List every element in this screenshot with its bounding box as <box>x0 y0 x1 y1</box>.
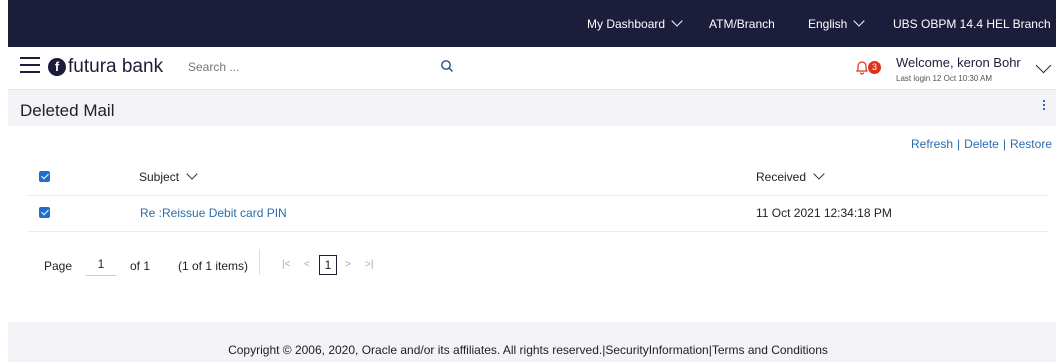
chevron-down-icon <box>813 168 825 180</box>
notification-badge: 3 <box>868 61 881 74</box>
top-bar: My Dashboard ATM/Branch English UBS OBPM… <box>0 0 1056 47</box>
select-all-checkbox[interactable] <box>39 171 50 182</box>
more-options-icon[interactable] <box>1043 100 1046 112</box>
received-column-header[interactable]: Received <box>756 168 825 184</box>
separator: | <box>1002 137 1006 151</box>
branch-menu[interactable]: UBS OBPM 14.4 HEL Branch <box>893 17 1056 31</box>
prev-page-button[interactable]: < <box>304 259 310 270</box>
restore-link[interactable]: Restore <box>1010 137 1052 151</box>
last-login-text: Last login 12 Oct 10:30 AM <box>896 74 993 83</box>
received-header-label: Received <box>756 170 807 184</box>
page-label: Page <box>44 259 73 273</box>
mail-received-date: 11 Oct 2021 12:34:18 PM <box>756 206 892 220</box>
my-dashboard-menu[interactable]: My Dashboard <box>587 15 683 31</box>
search-icon[interactable] <box>440 59 454 73</box>
mail-list-card: Refresh | Delete | Restore Subject Received … <box>8 126 1056 322</box>
left-edge <box>0 0 8 362</box>
menu-icon[interactable] <box>20 57 40 73</box>
atm-branch-link[interactable]: ATM/Branch <box>709 17 775 31</box>
chevron-down-icon <box>186 168 198 180</box>
my-dashboard-label: My Dashboard <box>587 17 666 31</box>
chevron-down-icon <box>671 15 683 27</box>
welcome-text[interactable]: Welcome, keron Bohr <box>896 55 1021 70</box>
page-title: Deleted Mail <box>20 101 115 120</box>
row-checkbox[interactable] <box>39 207 50 218</box>
first-page-button[interactable]: |< <box>282 259 290 270</box>
mail-subject-link[interactable]: Re :Reissue Debit card PIN <box>140 206 287 220</box>
subject-column-header[interactable]: Subject <box>139 168 198 184</box>
chevron-down-icon <box>853 15 866 27</box>
page-of-label: of 1 <box>130 259 151 273</box>
separator: | <box>957 137 961 151</box>
search-input[interactable] <box>186 59 440 75</box>
atm-branch-label: ATM/Branch <box>709 17 775 31</box>
page-number-input[interactable]: 1 <box>86 253 116 276</box>
logo-mark-icon: f <box>48 58 66 76</box>
items-count-label: (1 of 1 items) <box>178 259 249 273</box>
logo[interactable]: f futura bank <box>48 56 163 78</box>
header: ffutura bank 3 Welcome, keron Bohr Last … <box>8 47 1056 90</box>
current-page-button[interactable]: 1 <box>319 255 337 275</box>
refresh-link[interactable]: Refresh <box>911 137 953 151</box>
divider <box>28 195 1048 196</box>
footer-text: Copyright © 2006, 2020, Oracle and/or it… <box>228 343 828 357</box>
last-page-button[interactable]: >| <box>365 259 373 270</box>
action-links: Refresh | Delete | Restore <box>911 137 1052 151</box>
subject-header-label: Subject <box>139 170 180 184</box>
pager-divider <box>259 249 260 275</box>
branch-label: UBS OBPM 14.4 HEL Branch <box>893 17 1051 31</box>
chevron-down-icon[interactable] <box>1035 57 1052 74</box>
language-label: English <box>808 17 848 31</box>
logo-text: futura bank <box>68 56 164 77</box>
language-menu[interactable]: English <box>808 15 866 31</box>
divider <box>28 231 1048 232</box>
delete-link[interactable]: Delete <box>964 137 999 151</box>
next-page-button[interactable]: > <box>345 259 351 270</box>
